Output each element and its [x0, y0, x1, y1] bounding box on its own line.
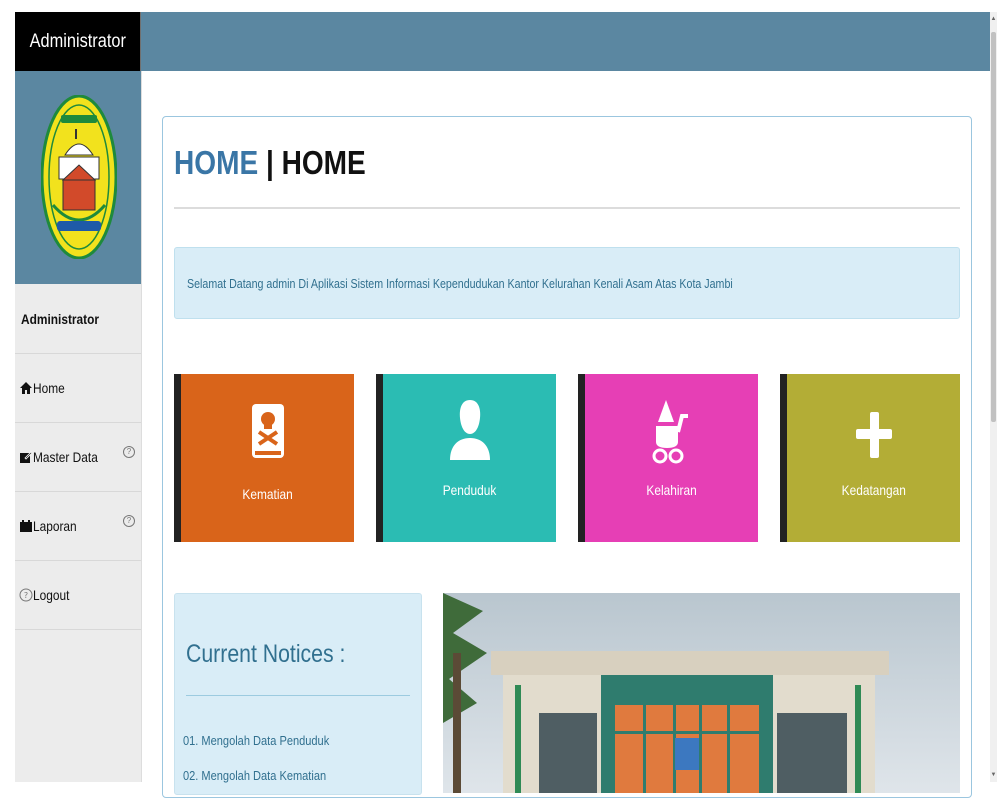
- calendar-icon: [20, 519, 32, 532]
- scroll-up-arrow-icon[interactable]: ▲: [990, 16, 997, 22]
- sidebar-item-laporan[interactable]: Laporan ?: [15, 491, 141, 561]
- notice-item: 02. Mengolah Data Kematian: [183, 768, 327, 783]
- title-divider: [174, 207, 960, 209]
- sidebar: Administrator Home Master Data ? Laporan…: [15, 71, 142, 782]
- sidebar-item-master-data[interactable]: Master Data ?: [15, 422, 141, 492]
- tile-label: Kematian: [242, 486, 293, 502]
- top-navbar: [141, 12, 990, 71]
- chevron-down-icon[interactable]: ?: [123, 515, 135, 527]
- notice-item: 01. Mengolah Data Penduduk: [183, 733, 330, 748]
- tile-kelahiran[interactable]: Kelahiran: [578, 374, 758, 542]
- person-icon: [449, 400, 490, 460]
- stroller-icon: [652, 400, 688, 464]
- welcome-alert: Selamat Datang admin Di Aplikasi Sistem …: [174, 247, 960, 319]
- city-emblem-logo: [41, 95, 117, 259]
- scroll-down-arrow-icon[interactable]: ▼: [990, 772, 997, 778]
- tile-kedatangan[interactable]: Kedatangan: [780, 374, 960, 542]
- tile-kematian[interactable]: Kematian: [174, 374, 354, 542]
- notices-divider: [186, 695, 410, 696]
- current-notices-panel: Current Notices : 01. Mengolah Data Pend…: [174, 593, 422, 795]
- brand-title[interactable]: Administrator: [15, 12, 141, 71]
- vertical-scrollbar[interactable]: ▲ ▼: [990, 12, 997, 782]
- tile-penduduk[interactable]: Penduduk: [376, 374, 556, 542]
- office-building-photo: [443, 593, 960, 793]
- left-edge: [0, 12, 16, 782]
- skull-book-icon: [251, 404, 284, 458]
- top-edge: [0, 0, 997, 10]
- svg-text:?: ?: [24, 591, 28, 600]
- tile-label: Penduduk: [442, 482, 497, 498]
- logout-icon: ?: [19, 588, 33, 601]
- chevron-down-icon[interactable]: ?: [123, 446, 135, 458]
- notices-title: Current Notices :: [186, 640, 346, 668]
- logo-area: [15, 71, 141, 284]
- scroll-thumb[interactable]: [991, 32, 996, 422]
- sidebar-item-administrator: Administrator: [15, 284, 141, 354]
- edit-icon: [20, 450, 33, 463]
- sidebar-item-logout[interactable]: ? Logout: [15, 560, 141, 630]
- tile-label: Kedatangan: [841, 482, 906, 498]
- sidebar-item-home[interactable]: Home: [15, 353, 141, 423]
- page-title: HOME | HOME: [174, 144, 366, 181]
- plus-icon: [855, 412, 892, 458]
- tile-label: Kelahiran: [646, 482, 697, 498]
- home-icon: [20, 381, 32, 394]
